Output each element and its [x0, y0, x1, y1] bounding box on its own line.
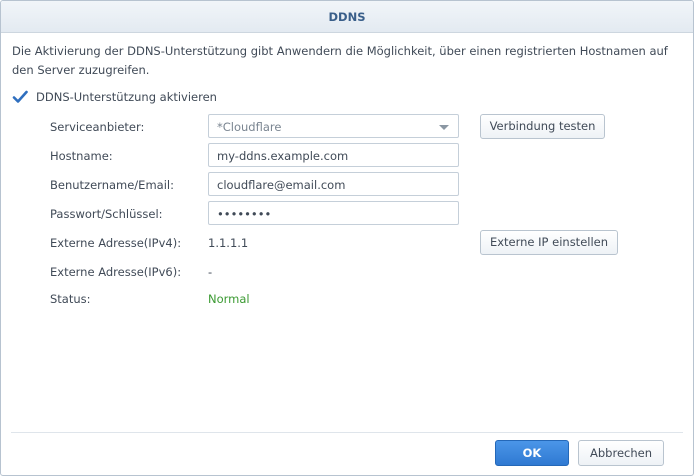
enable-ddns-checkbox[interactable] [12, 89, 28, 105]
test-connection-button[interactable]: Verbindung testen [480, 114, 605, 139]
status-value: Normal [208, 292, 250, 306]
provider-value: *Cloudflare [217, 120, 282, 134]
provider-label: Serviceanbieter: [50, 120, 145, 134]
cancel-button[interactable]: Abbrechen [578, 440, 664, 466]
password-input[interactable]: •••••••• [208, 201, 459, 225]
checkmark-icon [12, 90, 28, 103]
footer-divider [11, 432, 683, 433]
password-value: •••••••• [217, 207, 272, 221]
ipv4-label: Externe Adresse(IPv4): [50, 236, 182, 250]
dialog-description: Die Aktivierung der DDNS-Unterstützung g… [12, 44, 668, 77]
ipv6-value: - [208, 265, 213, 279]
username-label: Benutzername/Email: [50, 178, 174, 192]
ddns-dialog: DDNS Die Aktivierung der DDNS-Unterstütz… [0, 0, 694, 476]
ipv6-label: Externe Adresse(IPv6): [50, 265, 182, 279]
username-value: cloudflare@email.com [217, 178, 346, 192]
status-label: Status: [50, 292, 91, 306]
provider-select[interactable]: *Cloudflare [208, 114, 459, 138]
dialog-titlebar[interactable]: DDNS [1, 1, 693, 33]
set-external-ip-button[interactable]: Externe IP einstellen [480, 230, 618, 255]
password-label: Passwort/Schlüssel: [50, 207, 163, 221]
enable-ddns-label[interactable]: DDNS-Unterstützung aktivieren [36, 90, 217, 104]
username-input[interactable]: cloudflare@email.com [208, 172, 459, 196]
hostname-value: my-ddns.example.com [217, 149, 349, 163]
chevron-down-icon [439, 125, 449, 130]
hostname-label: Hostname: [50, 149, 113, 163]
dialog-title: DDNS [328, 10, 366, 24]
ok-button[interactable]: OK [495, 440, 569, 466]
hostname-input[interactable]: my-ddns.example.com [208, 143, 459, 167]
ipv4-value: 1.1.1.1 [208, 236, 249, 250]
